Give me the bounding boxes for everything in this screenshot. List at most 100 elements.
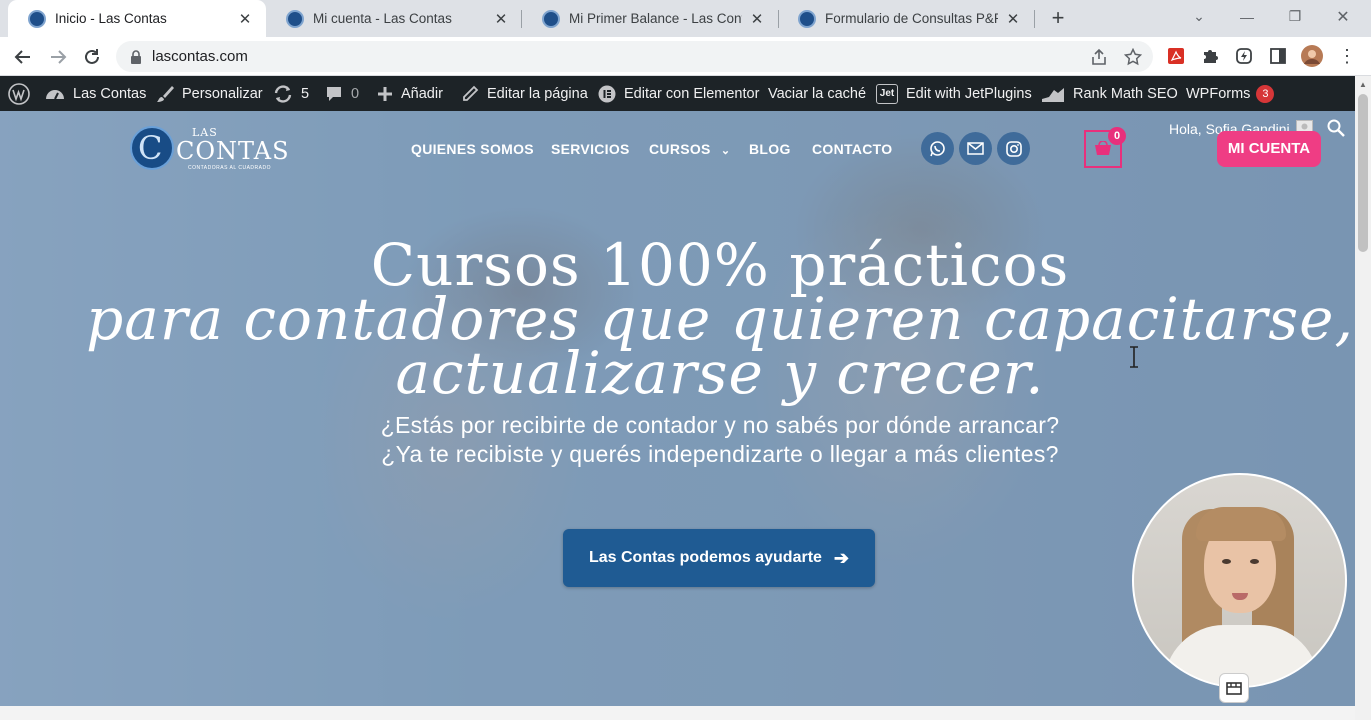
instagram-icon[interactable] xyxy=(997,132,1030,165)
edit-page-label: Editar la página xyxy=(487,85,588,102)
clear-cache-label: Vaciar la caché xyxy=(768,85,867,102)
close-tab-icon[interactable]: ✕ xyxy=(236,10,254,28)
cta-button[interactable]: Las Contas podemos ayudarte ➔ xyxy=(563,529,875,587)
forward-button[interactable] xyxy=(45,44,71,70)
restore-button[interactable]: ❐ xyxy=(1272,0,1318,33)
scrollbar-thumb[interactable] xyxy=(1358,94,1368,252)
clear-cache-link[interactable]: Vaciar la caché xyxy=(768,76,866,111)
jetplugins-label: Edit with JetPlugins xyxy=(906,85,1032,102)
site-favicon-icon xyxy=(798,9,816,28)
wordpress-icon xyxy=(8,82,30,105)
customize-link[interactable]: Personalizar xyxy=(156,76,263,111)
reload-button[interactable] xyxy=(79,44,105,70)
hero-subtitle-line2: ¿Ya te recibiste y querés independizarte… xyxy=(381,441,1059,467)
hero-heading-line3: actualizarse y crecer. xyxy=(395,339,1045,407)
tab-formulario[interactable]: Formulario de Consultas P&R - L ✕ xyxy=(778,0,1034,37)
search-icon[interactable] xyxy=(1327,119,1345,142)
brush-icon xyxy=(156,85,174,103)
tab-title: Mi Primer Balance - Las Contas xyxy=(569,11,742,26)
close-window-button[interactable]: ✕ xyxy=(1320,0,1366,33)
url-text[interactable]: lascontas.com xyxy=(152,48,248,65)
nav-blog[interactable]: BLOG xyxy=(749,141,791,157)
plus-icon xyxy=(377,86,393,102)
lock-icon[interactable] xyxy=(130,50,142,64)
cart-button[interactable]: 0 xyxy=(1084,127,1126,168)
pencil-icon xyxy=(461,85,479,103)
rankmath-menu[interactable]: Rank Math SEO xyxy=(1041,76,1178,111)
new-tab-button[interactable]: + xyxy=(1046,5,1070,30)
nav-quienes-somos[interactable]: QUIENES SOMOS xyxy=(411,141,534,157)
address-bar[interactable]: lascontas.com xyxy=(116,41,1153,72)
cta-label: Las Contas podemos ayudarte xyxy=(588,549,822,566)
add-new-menu[interactable]: Añadir xyxy=(377,76,443,111)
tab-mi-cuenta[interactable]: Mi cuenta - Las Contas ✕ xyxy=(266,0,522,37)
rankmath-label: Rank Math SEO xyxy=(1073,85,1178,102)
site-logo[interactable]: C LAS CONTAS CONTADORAS AL CUADRADO xyxy=(130,126,289,174)
edit-page-link[interactable]: Editar la página xyxy=(461,76,588,111)
close-tab-icon[interactable]: ✕ xyxy=(492,10,510,28)
webcam-video-bubble[interactable] xyxy=(1132,473,1347,688)
presenter-hair-top xyxy=(1196,507,1286,541)
site-name-label: Las Contas xyxy=(73,85,147,102)
my-account-button[interactable]: MI CUENTA xyxy=(1217,131,1321,167)
comment-icon xyxy=(325,85,343,103)
wp-admin-bar: Las Contas Personalizar 5 0 Añadir Edita… xyxy=(0,76,1371,111)
back-arrow-icon xyxy=(14,50,30,64)
camera-icon xyxy=(1226,682,1242,695)
nav-cursos[interactable]: CURSOS ⌄ xyxy=(649,141,730,157)
jet-icon-text: Jet xyxy=(879,88,895,99)
tab-strip: Inicio - Las Contas ✕ Mi cuenta - Las Co… xyxy=(0,0,1371,37)
presenter-eye-right xyxy=(1250,559,1259,564)
wpforms-menu[interactable]: WPForms 3 xyxy=(1186,76,1275,111)
chevron-down-icon: ⌄ xyxy=(720,145,731,157)
arrow-right-icon: ➔ xyxy=(833,547,850,568)
page-bottom-strip xyxy=(0,706,1355,720)
updates-link[interactable]: 5 xyxy=(273,76,309,111)
tab-search-chevron-icon[interactable]: ⌄ xyxy=(1176,0,1222,33)
jetplugins-link[interactable]: Jet Edit with JetPlugins xyxy=(876,76,1032,111)
add-new-label: Añadir xyxy=(401,85,443,102)
forward-arrow-icon xyxy=(51,50,67,64)
browser-menu-icon[interactable]: ⋮ xyxy=(1336,45,1358,67)
minimize-button[interactable]: — xyxy=(1224,0,1270,33)
mail-icon[interactable] xyxy=(959,132,992,165)
adobe-pdf-extension-icon[interactable] xyxy=(1165,45,1187,67)
tab-title: Inicio - Las Contas xyxy=(55,11,167,26)
jet-icon: Jet xyxy=(876,83,898,104)
customize-label: Personalizar xyxy=(182,85,263,102)
nav-cursos-label: CURSOS xyxy=(649,141,711,157)
back-button[interactable] xyxy=(10,44,36,70)
nav-contacto[interactable]: CONTACTO xyxy=(812,141,892,157)
camera-toggle-button[interactable] xyxy=(1219,673,1249,703)
nav-servicios[interactable]: SERVICIOS xyxy=(551,141,630,157)
share-icon[interactable] xyxy=(1088,46,1110,68)
profile-avatar[interactable] xyxy=(1301,45,1323,67)
wpforms-count-badge: 3 xyxy=(1256,84,1275,103)
tab-mi-primer-balance[interactable]: Mi Primer Balance - Las Contas ✕ xyxy=(522,0,778,37)
text-cursor-icon xyxy=(1130,346,1138,368)
extension-bolt-icon[interactable] xyxy=(1233,45,1255,67)
close-tab-icon[interactable]: ✕ xyxy=(748,10,766,28)
edit-elementor-label: Editar con Elementor xyxy=(624,85,760,102)
wordpress-menu[interactable] xyxy=(8,76,30,111)
hero-subtitle-line1: ¿Estás por recibirte de contador y no sa… xyxy=(380,412,1060,438)
edit-elementor-link[interactable]: Editar con Elementor xyxy=(598,76,759,111)
whatsapp-icon[interactable] xyxy=(921,132,954,165)
tab-inicio[interactable]: Inicio - Las Contas ✕ xyxy=(8,0,266,37)
tab-title: Formulario de Consultas P&R - L xyxy=(825,11,998,26)
site-favicon-icon xyxy=(542,9,560,28)
browser-toolbar: lascontas.com ⋮ xyxy=(0,37,1371,76)
side-panel-icon[interactable] xyxy=(1267,45,1289,67)
refresh-icon xyxy=(273,84,293,103)
site-name-menu[interactable]: Las Contas xyxy=(45,76,146,111)
comments-link[interactable]: 0 xyxy=(325,76,359,111)
logo-tagline: CONTADORAS AL CUADRADO xyxy=(188,165,271,171)
bookmark-star-icon[interactable] xyxy=(1122,46,1144,68)
site-favicon-icon xyxy=(28,9,46,28)
reload-icon xyxy=(85,49,99,64)
close-tab-icon[interactable]: ✕ xyxy=(1004,10,1022,28)
scroll-up-arrow-icon[interactable]: ▲ xyxy=(1359,80,1367,89)
dashboard-icon xyxy=(45,85,65,103)
extensions-puzzle-icon[interactable] xyxy=(1199,45,1221,67)
wpforms-label: WPForms xyxy=(1186,85,1251,102)
